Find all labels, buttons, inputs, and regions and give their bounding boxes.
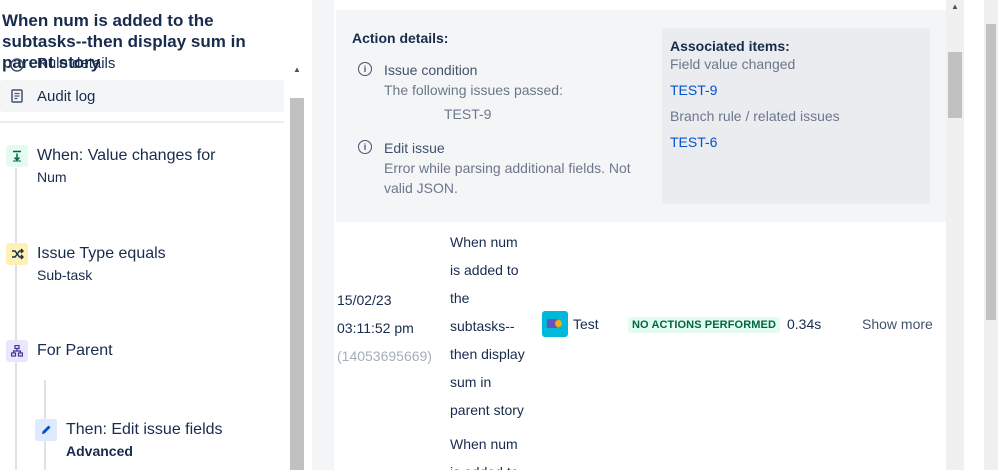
action-title: Then: Edit issue fields: [66, 421, 223, 438]
associated-sub-2: Branch rule / related issues: [670, 108, 840, 124]
audit-duration: 0.34s: [787, 316, 822, 332]
audit-next-row-description: When num is added to: [450, 436, 519, 470]
associated-link-test9[interactable]: TEST-9: [670, 80, 922, 100]
action-details-title: Action details:: [352, 30, 449, 46]
nav-audit-log[interactable]: Audit log: [0, 80, 284, 112]
info-icon: [10, 58, 24, 72]
sidebar-scrollbar-thumb[interactable]: [290, 98, 304, 470]
issue-condition-head: Issue condition: [384, 62, 478, 78]
flow-connector: [15, 168, 17, 470]
pencil-icon: [35, 419, 57, 441]
audit-date: 15/02/23: [337, 292, 392, 308]
trigger-subtitle: Num: [37, 169, 67, 185]
scroll-up-icon[interactable]: ▲: [946, 0, 964, 14]
action-details-panel: Action details: i Issue condition The fo…: [336, 10, 946, 222]
condition-subtitle: Sub-task: [37, 267, 93, 283]
associated-sub-1: Field value changed: [670, 56, 796, 72]
issue-condition-block: i Issue condition The following issues p…: [358, 60, 563, 122]
issue-condition-key: TEST-9: [444, 106, 492, 122]
action-subtitle: Advanced: [66, 443, 133, 459]
branch-title: For Parent: [37, 342, 113, 359]
associated-items-head: Associated items:: [670, 38, 790, 54]
info-icon: i: [358, 140, 372, 154]
component-branch[interactable]: For Parent: [6, 340, 113, 362]
associated-link-test6[interactable]: TEST-6: [670, 132, 922, 152]
project-name: Test: [573, 316, 599, 332]
trigger-title: When: Value changes for: [37, 147, 216, 164]
nav-rule-details[interactable]: Rule details: [0, 50, 284, 72]
issue-condition-body: The following issues passed:: [384, 82, 563, 98]
component-action[interactable]: Then: Edit issue fields Advanced: [35, 419, 223, 461]
edit-issue-head: Edit issue: [384, 140, 445, 156]
component-condition[interactable]: Issue Type equals Sub-task: [6, 243, 166, 285]
scroll-up-icon[interactable]: ▲: [291, 62, 303, 78]
page-scrollbar-thumb[interactable]: [986, 24, 996, 320]
shuffle-icon: [6, 243, 28, 265]
audit-id: (14053695669): [337, 348, 432, 364]
edit-issue-block: i Edit issue Error while parsing additio…: [358, 138, 658, 198]
document-icon: [10, 89, 24, 103]
associated-items-box: Associated items: Field value changed TE…: [662, 28, 930, 204]
trigger-icon: [6, 145, 28, 167]
show-more-button[interactable]: Show more: [862, 316, 933, 332]
audit-row-description: When num is added to the subtasks--then …: [450, 234, 525, 418]
divider: [0, 121, 284, 123]
rule-sidebar: When num is added to the subtasks--then …: [0, 0, 312, 470]
audit-row-date: 15/02/23 03:11:52 pm (14053695669): [337, 286, 432, 370]
project-avatar-icon: [542, 311, 568, 337]
component-trigger[interactable]: When: Value changes for Num: [6, 145, 215, 187]
content-gutter: [312, 0, 334, 470]
edit-issue-body: Error while parsing additional fields. N…: [384, 160, 631, 196]
hierarchy-icon: [6, 340, 28, 362]
nav-audit-log-label: Audit log: [37, 87, 96, 105]
audit-row-project: Test: [542, 311, 599, 337]
info-icon: i: [358, 62, 372, 76]
condition-title: Issue Type equals: [37, 245, 166, 262]
audit-time: 03:11:52 pm: [337, 320, 414, 336]
nav-rule-details-label: Rule details: [37, 55, 116, 72]
content-scrollbar-thumb[interactable]: [948, 52, 962, 118]
status-badge: NO ACTIONS PERFORMED: [628, 317, 780, 333]
